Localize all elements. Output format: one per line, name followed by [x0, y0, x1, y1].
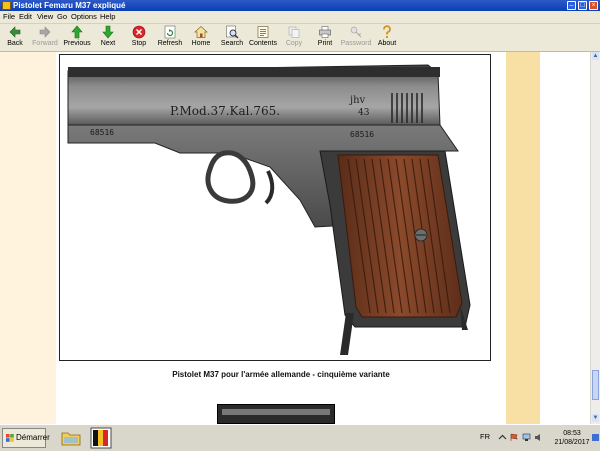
menu-edit[interactable]: Edit: [19, 12, 32, 22]
frame-serial-number: 68516: [350, 130, 374, 139]
copy-button[interactable]: Copy: [277, 25, 311, 51]
clock[interactable]: 08:53 21/08/2017: [550, 429, 594, 447]
print-button[interactable]: Print: [308, 25, 342, 51]
scroll-down-arrow[interactable]: ▼: [592, 414, 599, 422]
start-button[interactable]: Démarrer: [2, 428, 50, 448]
next-button[interactable]: Next: [91, 25, 125, 51]
stop-icon: [132, 25, 146, 39]
app-icon: [2, 1, 11, 10]
refresh-label: Refresh: [157, 40, 183, 47]
start-label: Démarrer: [16, 433, 50, 442]
search-icon: [226, 25, 239, 39]
about-button[interactable]: About: [370, 25, 404, 51]
toolbar: Back Forward Previous Next Stop Refresh …: [0, 24, 600, 52]
key-icon: [350, 26, 362, 38]
forward-button[interactable]: Forward: [28, 25, 62, 51]
menu-go[interactable]: Go: [57, 12, 67, 22]
scroll-up-arrow[interactable]: ▲: [592, 52, 599, 60]
left-margin-panel: [0, 52, 56, 424]
menu-file[interactable]: File: [3, 12, 15, 22]
contents-button[interactable]: Contents: [246, 25, 280, 51]
menu-view[interactable]: View: [37, 12, 53, 22]
window-title: Pistolet Femaru M37 expliqué: [13, 1, 126, 10]
figure-caption: Pistolet M37 pour l'armée allemande - ci…: [172, 370, 390, 379]
print-icon: [319, 26, 331, 38]
forward-label: Forward: [32, 40, 58, 47]
print-label: Print: [317, 40, 333, 47]
password-label: Password: [340, 40, 372, 47]
search-button[interactable]: Search: [215, 25, 249, 51]
folder-icon[interactable]: [60, 427, 82, 449]
about-label: About: [377, 40, 397, 47]
help-viewer-taskbar-icon[interactable]: [90, 427, 112, 449]
next-label: Next: [100, 40, 116, 47]
title-bar: Pistolet Femaru M37 expliqué – □ ×: [0, 0, 600, 11]
next-figure-preview: [217, 404, 335, 424]
volume-icon[interactable]: [534, 433, 543, 442]
arrow-up-icon: [71, 25, 83, 39]
menu-help[interactable]: Help: [100, 12, 115, 22]
stop-label: Stop: [131, 40, 147, 47]
minimize-button[interactable]: –: [567, 1, 576, 10]
slide-model-engraving: P.Mod.37.Kal.765.: [170, 104, 280, 118]
copy-icon: [288, 26, 300, 38]
slide-proof-year: 43: [358, 108, 370, 118]
previous-button[interactable]: Previous: [60, 25, 94, 51]
scroll-thumb[interactable]: [592, 370, 599, 400]
contents-icon: [257, 26, 269, 38]
windows-flag-icon: [6, 434, 14, 442]
arrow-right-icon: [39, 26, 51, 38]
maximize-button[interactable]: □: [578, 1, 587, 10]
home-button[interactable]: Home: [184, 25, 218, 51]
slide-serrations: [391, 93, 423, 123]
slide-proof-mark: jhv: [349, 95, 366, 106]
right-margin-panel: [506, 52, 540, 424]
right-blank-area: [540, 52, 590, 424]
action-center-flag-icon[interactable]: [510, 433, 519, 442]
previous-label: Previous: [63, 40, 91, 47]
copy-label: Copy: [285, 40, 303, 47]
clock-date: 21/08/2017: [554, 439, 590, 446]
home-icon: [194, 26, 208, 38]
arrow-down-icon: [102, 25, 114, 39]
refresh-button[interactable]: Refresh: [153, 25, 187, 51]
vertical-scrollbar[interactable]: ▲ ▼: [590, 52, 600, 424]
menu-bar: File Edit View Go Options Help: [0, 11, 600, 24]
taskbar: Démarrer FR 08:53 21/08/2017: [0, 424, 600, 451]
stop-button[interactable]: Stop: [122, 25, 156, 51]
arrow-left-icon: [9, 26, 21, 38]
close-button[interactable]: ×: [589, 1, 598, 10]
show-desktop-icon[interactable]: [592, 433, 599, 442]
home-label: Home: [191, 40, 211, 47]
system-tray: FR 08:53 21/08/2017: [478, 427, 600, 449]
content-viewport: P.Mod.37.Kal.765. jhv 43 68516 68516 Pis…: [0, 52, 600, 424]
contents-label: Contents: [248, 40, 278, 47]
pistol-figure: P.Mod.37.Kal.765. jhv 43 68516 68516: [59, 54, 491, 361]
search-label: Search: [220, 40, 244, 47]
refresh-icon: [164, 25, 176, 39]
question-icon: [383, 25, 391, 39]
menu-options[interactable]: Options: [71, 12, 97, 22]
network-icon[interactable]: [522, 433, 531, 442]
slide-serial-number: 68516: [90, 128, 114, 137]
password-button[interactable]: Password: [339, 25, 373, 51]
tray-expand-icon[interactable]: [498, 433, 507, 442]
clock-time: 08:53: [563, 430, 581, 437]
pistol-illustration: P.Mod.37.Kal.765. jhv 43 68516 68516: [67, 64, 471, 355]
language-indicator[interactable]: FR: [480, 432, 490, 441]
